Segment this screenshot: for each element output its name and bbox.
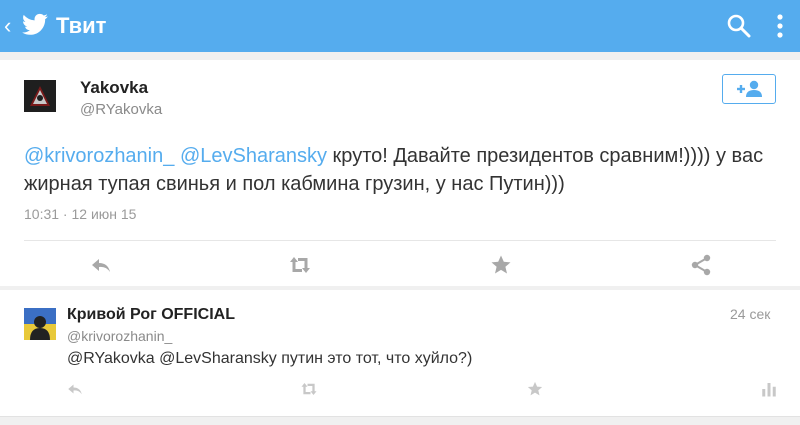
author-name[interactable]: Yakovka (80, 78, 148, 98)
avatar[interactable] (24, 80, 56, 112)
mention-link[interactable]: @krivorozhanin_ (24, 145, 174, 167)
reply-icon[interactable] (89, 253, 113, 277)
tweet-text: @krivorozhanin_ @LevSharansky круто! Дав… (24, 142, 784, 198)
reply-icon[interactable] (66, 380, 84, 398)
tweet-card: Yakovka @RYakovka @krivorozhanin_ @LevSh… (0, 60, 800, 286)
chevron-left-icon[interactable]: ‹ (4, 14, 20, 38)
twitter-bird-icon[interactable] (20, 11, 50, 39)
app-bar: ‹ Твит (0, 0, 800, 52)
search-icon[interactable] (726, 13, 752, 39)
retweet-icon[interactable] (300, 380, 318, 398)
mention-link[interactable]: @LevSharansky (180, 145, 327, 167)
avatar[interactable] (24, 308, 56, 340)
favorite-icon[interactable] (489, 253, 513, 277)
author-handle[interactable]: @krivorozhanin_ (67, 328, 172, 344)
favorite-icon[interactable] (526, 380, 544, 398)
reply-tweet[interactable]: Кривой Рог OFFICIAL 24 сек @krivorozhani… (0, 290, 800, 416)
retweet-icon[interactable] (288, 253, 312, 277)
divider (0, 416, 800, 417)
author-handle[interactable]: @RYakovka (80, 101, 162, 118)
reply-text: @RYakovka @LevSharansky путин это тот, ч… (67, 350, 473, 367)
overflow-menu-icon[interactable] (772, 11, 788, 41)
share-icon[interactable] (689, 253, 713, 277)
author-name[interactable]: Кривой Рог OFFICIAL (67, 306, 235, 324)
stats-icon[interactable] (760, 380, 778, 398)
page-title: Твит (56, 13, 107, 38)
reply-time: 24 сек (730, 306, 771, 322)
follow-user-icon (737, 80, 762, 97)
tweet-timestamp: 10:31 · 12 июн 15 (24, 206, 137, 222)
follow-button[interactable] (722, 74, 776, 104)
divider (24, 240, 776, 241)
